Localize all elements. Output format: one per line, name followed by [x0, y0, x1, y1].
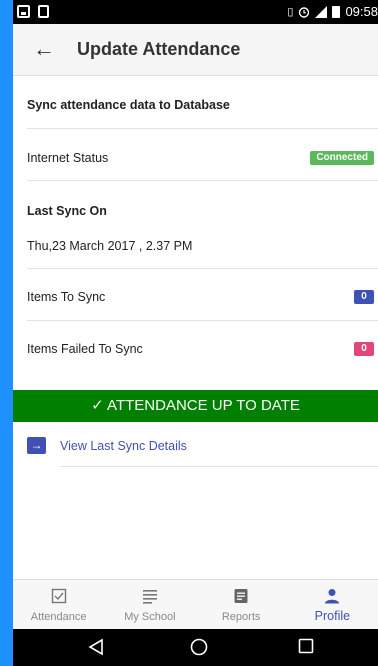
- status-bar: ▯ 09:58: [13, 0, 378, 24]
- items-to-sync-badge: 0: [354, 290, 374, 304]
- bottom-navigation: Attendance My School Reports Profile: [13, 579, 378, 629]
- signal-icon: [315, 5, 328, 18]
- status-bar-right: ▯ 09:58: [287, 4, 378, 19]
- divider: [27, 320, 378, 321]
- alarm-icon: [299, 6, 310, 18]
- items-failed-label: Items Failed To Sync: [27, 342, 143, 356]
- android-navigation-bar: [13, 629, 378, 666]
- status-time: 09:58: [345, 4, 378, 19]
- divider: [27, 180, 378, 181]
- app-bar: ← Update Attendance: [13, 24, 378, 76]
- sync-heading: Sync attendance data to Database: [27, 98, 230, 112]
- last-sync-value: Thu,23 March 2017 , 2.37 PM: [27, 239, 193, 253]
- items-failed-badge: 0: [354, 342, 374, 356]
- attendance-up-to-date-banner: ✓ ATTENDANCE UP TO DATE: [13, 390, 378, 422]
- view-last-sync-details-label: View Last Sync Details: [60, 439, 187, 453]
- home-circle-icon[interactable]: [190, 638, 208, 656]
- phone-screen: ▯ 09:58 ← Update Attendance Sync attenda…: [13, 0, 378, 666]
- back-arrow-icon[interactable]: ←: [33, 38, 55, 60]
- page-title: Update Attendance: [77, 39, 241, 59]
- divider: [60, 466, 378, 467]
- nav-label-my-school: My School: [124, 611, 176, 623]
- nav-item-attendance[interactable]: Attendance: [13, 580, 104, 629]
- nav-label-reports: Reports: [221, 611, 261, 623]
- arrow-right-icon: →: [27, 437, 46, 454]
- status-bar-left: [17, 5, 49, 18]
- person-icon: [325, 589, 340, 604]
- divider: [27, 268, 378, 269]
- divider: [27, 128, 378, 129]
- battery-icon: [332, 5, 341, 18]
- vibrate-icon: ▯: [287, 6, 294, 18]
- back-triangle-icon[interactable]: [88, 638, 104, 656]
- last-sync-label: Last Sync On: [27, 204, 107, 218]
- nav-item-my-school[interactable]: My School: [104, 580, 195, 629]
- document-icon: [234, 589, 248, 603]
- nav-item-reports[interactable]: Reports: [196, 580, 287, 629]
- status-badge: Connected: [310, 151, 374, 165]
- list-icon: [142, 590, 157, 604]
- recents-square-icon[interactable]: [298, 638, 314, 654]
- nav-label-profile: Profile: [314, 609, 351, 623]
- items-to-sync-label: Items To Sync: [27, 290, 106, 304]
- sd-card-icon: [38, 5, 49, 18]
- internet-status-label: Internet Status: [27, 151, 109, 165]
- checkbox-icon: [51, 588, 66, 604]
- image-icon: [17, 5, 30, 18]
- nav-label-attendance: Attendance: [30, 611, 87, 623]
- nav-item-profile[interactable]: Profile: [287, 580, 378, 629]
